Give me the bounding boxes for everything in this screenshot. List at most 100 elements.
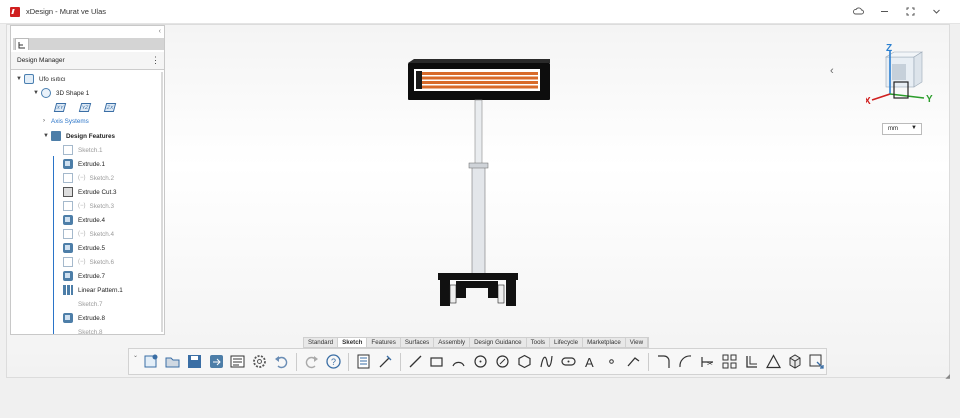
tab-assembly[interactable]: Assembly: [434, 338, 471, 347]
svg-text:✂: ✂: [707, 361, 713, 368]
minimize-icon[interactable]: [878, 5, 890, 17]
fillet-icon[interactable]: [654, 352, 673, 371]
expand-icon[interactable]: ›: [43, 118, 51, 124]
toolbar-chevron-icon[interactable]: ⌄: [133, 352, 138, 359]
tree-item-label: Extrude.5: [78, 244, 105, 252]
tree-item[interactable]: Extrude Cut.3: [63, 185, 117, 199]
plane-yz-icon[interactable]: YZ: [78, 102, 92, 112]
collapse-panel-icon[interactable]: ‹: [159, 28, 161, 35]
tree-item-label: Extrude.7: [78, 272, 105, 280]
polygon-icon[interactable]: [493, 352, 512, 371]
tree-item[interactable]: ▼ Design Features: [43, 129, 115, 143]
plane-xy-icon[interactable]: XY: [53, 102, 67, 112]
plane-zx-icon[interactable]: ZX: [103, 102, 117, 112]
sheet-icon[interactable]: [354, 352, 373, 371]
tree-item-label: Extrude.8: [78, 314, 105, 322]
tree-item[interactable]: ▼ 3D Shape 1: [33, 86, 89, 100]
collapse-icon[interactable]: ▼: [33, 90, 41, 96]
tree-item[interactable]: Extrude.8: [63, 311, 105, 325]
slot-icon[interactable]: [559, 352, 578, 371]
sketch-icon: [63, 145, 73, 155]
heating-coil: [422, 72, 538, 75]
tree-item[interactable]: Sketch.7: [63, 297, 103, 311]
tree-item[interactable]: Extrude.7: [63, 269, 105, 283]
circle-icon[interactable]: [471, 352, 490, 371]
settings-icon[interactable]: [250, 352, 269, 371]
redo-icon[interactable]: [302, 352, 321, 371]
panel-menu-icon[interactable]: ⋮: [151, 56, 160, 65]
properties-icon[interactable]: [229, 352, 248, 371]
undo-icon[interactable]: [272, 352, 291, 371]
tree-item[interactable]: Extrude.5: [63, 241, 105, 255]
tab-surfaces[interactable]: Surfaces: [401, 338, 435, 347]
tree-item[interactable]: › Axis Systems: [43, 114, 89, 128]
tree-item[interactable]: (−) Sketch.2: [63, 171, 114, 185]
panel-header: Design Manager ⋮: [11, 52, 164, 70]
tree-item[interactable]: Sketch.1: [63, 143, 103, 157]
tree-item[interactable]: (−) Sketch.3: [63, 199, 114, 213]
pattern-sketch-icon[interactable]: [720, 352, 739, 371]
heater-model[interactable]: [400, 55, 560, 315]
open-icon[interactable]: [163, 352, 182, 371]
toolbar-separator: [347, 352, 349, 371]
tab-standard[interactable]: Standard: [304, 338, 339, 347]
tab-design-tree[interactable]: [15, 38, 29, 50]
tab-design-guidance[interactable]: Design Guidance: [470, 338, 527, 347]
unit-value: mm: [888, 126, 898, 132]
point-icon[interactable]: [603, 352, 622, 371]
tree-item[interactable]: Extrude.4: [63, 213, 105, 227]
hexagon-icon[interactable]: [515, 352, 534, 371]
tab-view[interactable]: View: [626, 338, 649, 347]
tree-scrollbar[interactable]: [161, 72, 163, 332]
tree-item[interactable]: Linear Pattern.1: [63, 283, 123, 297]
offset-curve-icon[interactable]: [676, 352, 695, 371]
line-icon[interactable]: [406, 352, 425, 371]
tab-sketch[interactable]: Sketch: [338, 338, 368, 347]
chevron-down-icon[interactable]: [930, 5, 942, 17]
shaded-icon[interactable]: [786, 352, 805, 371]
share-icon[interactable]: [207, 352, 226, 371]
export-icon[interactable]: [807, 352, 826, 371]
help-icon[interactable]: ?: [324, 352, 343, 371]
tree-item[interactable]: ▼ Ufo ısıtıcı: [16, 72, 66, 86]
toolbar-separator: [648, 352, 650, 371]
trim-icon[interactable]: ✂: [698, 352, 717, 371]
tab-marketplace[interactable]: Marketplace: [583, 338, 626, 347]
view-orientation-triad[interactable]: Z X Y: [866, 42, 936, 112]
collapse-icon[interactable]: ▼: [16, 76, 24, 82]
tree-item-label: Sketch.2: [89, 174, 115, 182]
save-icon[interactable]: [185, 352, 204, 371]
app-logo-icon: [10, 6, 20, 17]
tree-item-label: Sketch.6: [89, 258, 115, 266]
fullscreen-icon[interactable]: [904, 5, 916, 17]
unit-select[interactable]: mm ▼: [882, 123, 922, 135]
pattern-icon: [63, 285, 73, 295]
tree-item-label: Axis Systems: [51, 117, 89, 125]
tab-features[interactable]: Features: [367, 338, 401, 347]
tree-connector: [53, 156, 54, 334]
heating-coil: [422, 81, 538, 84]
triangle-icon[interactable]: [764, 352, 783, 371]
toolbar-separator: [399, 352, 401, 371]
mirror-icon[interactable]: [742, 352, 761, 371]
resize-grip-icon[interactable]: ◢: [945, 373, 950, 380]
new-part-icon[interactable]: [141, 352, 160, 371]
arc-icon[interactable]: [449, 352, 468, 371]
text-icon[interactable]: A: [581, 352, 600, 371]
rectangle-icon[interactable]: [428, 352, 447, 371]
tree-item[interactable]: (−) Sketch.4: [63, 227, 114, 241]
tree-item[interactable]: Extrude.1: [63, 157, 105, 171]
collapse-icon[interactable]: ▼: [43, 133, 51, 139]
construction-icon[interactable]: [624, 352, 643, 371]
status-area: [0, 380, 960, 418]
spline-icon[interactable]: [537, 352, 556, 371]
absorbed-marker: (−): [78, 259, 86, 265]
tab-lifecycle[interactable]: Lifecycle: [550, 338, 584, 347]
tab-tools[interactable]: Tools: [527, 338, 551, 347]
tree-item[interactable]: (−) Sketch.6: [63, 255, 114, 269]
tree-item-label: 3D Shape 1: [56, 89, 90, 97]
smart-dimension-icon[interactable]: [376, 352, 395, 371]
cloud-icon[interactable]: [852, 5, 864, 17]
tree-item[interactable]: Sketch.8: [63, 325, 103, 335]
chevron-left-icon[interactable]: ‹: [830, 65, 834, 77]
